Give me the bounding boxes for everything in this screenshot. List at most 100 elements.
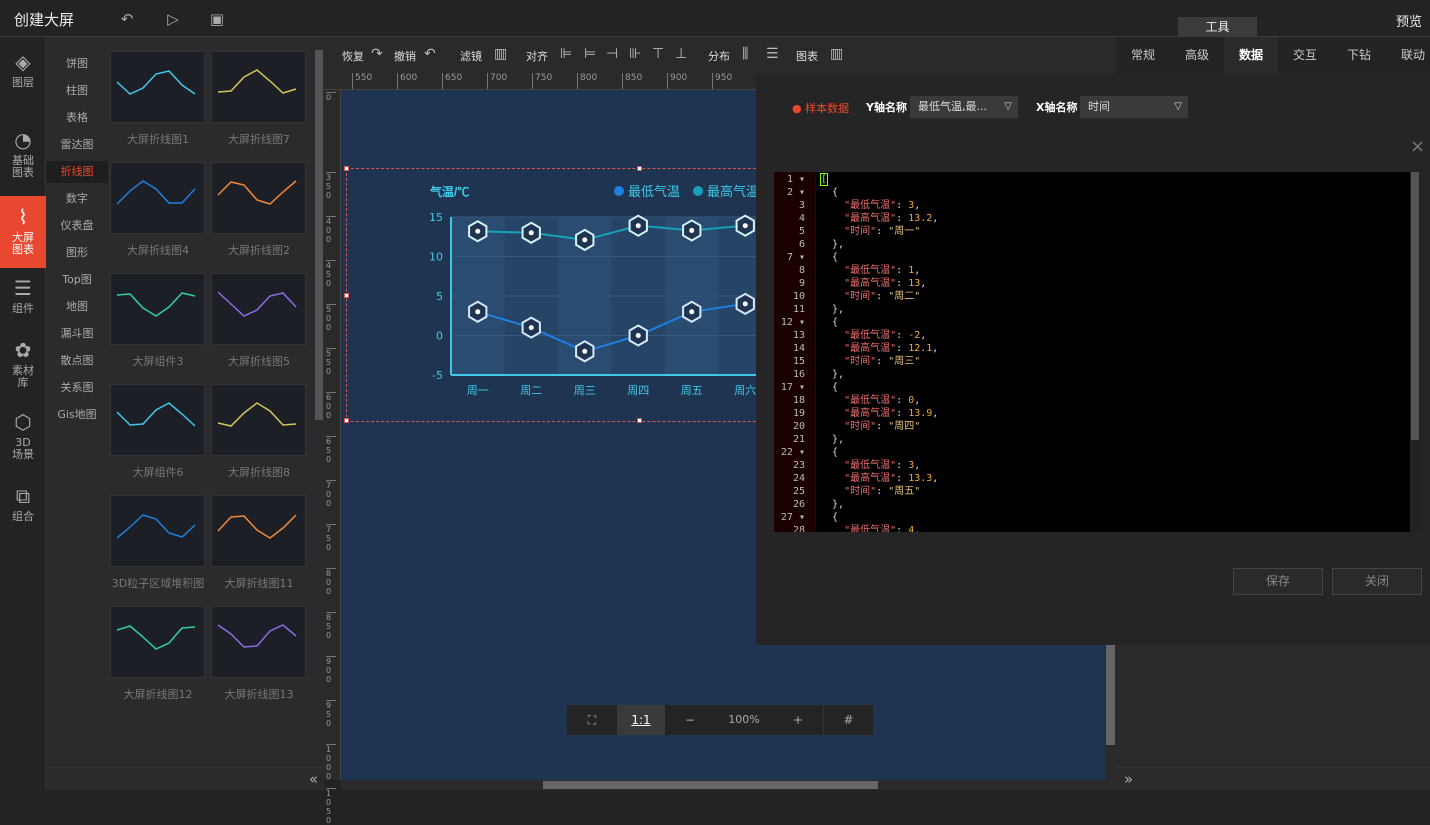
code-line: }, [820, 304, 845, 315]
save-icon[interactable]: ▣ [208, 10, 226, 28]
chart-thumbnail[interactable] [211, 495, 306, 567]
resize-handle[interactable] [637, 166, 642, 171]
code-line: "最低气温": 4, [844, 525, 921, 532]
filter-icon[interactable]: ▥ [494, 46, 507, 62]
align-top-icon[interactable]: ⊤ [652, 46, 664, 62]
chart-thumbnail[interactable] [211, 273, 306, 345]
line-number: 23 [792, 460, 805, 471]
nav-basic-charts[interactable]: ◔ 基础图表 [0, 127, 46, 183]
redo-icon[interactable]: ↷ [371, 46, 383, 62]
right-panel-footer: » [1116, 767, 1430, 790]
subnav-item[interactable]: 关系图 [46, 377, 108, 399]
zoom-out-button[interactable]: − [665, 705, 715, 735]
chart-thumbnail[interactable] [110, 273, 205, 345]
thumb-scrollbar[interactable] [314, 37, 324, 767]
align-bottom-icon[interactable]: ⊥ [675, 46, 687, 62]
x-axis-label: X轴名称 [1036, 101, 1078, 114]
subnav-item[interactable]: 表格 [46, 107, 108, 129]
tab-3[interactable]: 交互 [1278, 37, 1332, 73]
collapse-left-icon[interactable]: « [309, 770, 318, 788]
nav-combine[interactable]: ⧉ 组合 [0, 483, 46, 531]
expand-right-icon[interactable]: » [1124, 770, 1133, 788]
redo-button[interactable]: 恢复 [342, 48, 364, 64]
subnav-item[interactable]: 饼图 [46, 53, 108, 75]
chart-thumbnail[interactable] [211, 384, 306, 456]
subnav-item[interactable]: 雷达图 [46, 134, 108, 156]
tab-1[interactable]: 高级 [1170, 37, 1224, 73]
subnav-item[interactable]: 数字 [46, 188, 108, 210]
chart-thumbnail[interactable] [110, 606, 205, 678]
ratio-button[interactable]: 1:1 [617, 705, 665, 735]
chart-thumbnail[interactable] [211, 51, 306, 123]
align-button[interactable]: 对齐 [526, 48, 548, 64]
subnav-item[interactable]: Gis地图 [46, 404, 108, 426]
back-icon[interactable]: ↶ [118, 10, 136, 28]
tab-5[interactable]: 联动 [1386, 37, 1430, 73]
chart-thumbnail[interactable] [110, 51, 205, 123]
json-editor[interactable]: 1 ▾ 2 ▾ 3 4 5 6 7 ▾ 8 9 10 11 12 ▾ 13 14 15 … [774, 172, 1420, 532]
chart-thumbnail[interactable] [110, 495, 205, 567]
resize-handle[interactable] [344, 293, 349, 298]
property-tabs: 常规 高级 数据 交互 下钻 联动 [1116, 37, 1430, 73]
code-line: "最低气温": 0, [844, 395, 921, 406]
distribute-v-icon[interactable]: ☰ [766, 46, 779, 62]
align-center-icon[interactable]: ⊨ [584, 46, 596, 62]
subnav-item[interactable]: Top图 [46, 269, 108, 291]
close-button[interactable]: 关闭 [1332, 568, 1422, 595]
canvas-hscrollbar[interactable] [341, 780, 1116, 790]
undo-button[interactable]: 撤销 [394, 48, 416, 64]
ruler-tick: 850 [326, 612, 336, 640]
tab-2[interactable]: 数据 [1224, 37, 1278, 73]
chart-thumbnail[interactable] [211, 162, 306, 234]
data-dialog: ● 样本数据 Y轴名称 最低气温,最... ▽ X轴名称 时间 ▽ × 1 ▾ 2… [756, 73, 1430, 645]
undo-icon[interactable]: ↶ [424, 46, 436, 62]
subnav-item[interactable]: 地图 [46, 296, 108, 318]
code-line: }, [820, 434, 845, 445]
zoom-in-button[interactable]: + [773, 705, 823, 735]
align-left-icon[interactable]: ⊫ [560, 46, 572, 62]
nav-components[interactable]: ☰ 组件 [0, 275, 46, 323]
distribute-button[interactable]: 分布 [708, 48, 730, 64]
editor-scrollbar[interactable] [1410, 172, 1420, 532]
chart-thumbnail[interactable] [110, 162, 205, 234]
filter-button[interactable]: 滤镜 [460, 48, 482, 64]
y-axis-select[interactable]: 最低气温,最... ▽ [910, 96, 1018, 118]
subnav-item[interactable]: 散点图 [46, 350, 108, 372]
x-axis-select[interactable]: 时间 ▽ [1080, 96, 1188, 118]
nav-3d-scene[interactable]: ⬡ 3D场景 [0, 409, 46, 469]
selection-box[interactable] [344, 166, 766, 423]
fit-screen-icon[interactable]: ⛶ [567, 705, 617, 735]
save-button[interactable]: 保存 [1233, 568, 1323, 595]
tab-0[interactable]: 常规 [1116, 37, 1170, 73]
line-number-gutter: 1 ▾ 2 ▾ 3 4 5 6 7 ▾ 8 9 10 11 12 ▾ 13 14 15 … [774, 172, 816, 532]
nav-materials[interactable]: ✿ 素材库 [0, 337, 46, 397]
resize-handle[interactable] [344, 418, 349, 423]
distribute-h-icon[interactable]: ⫼ [742, 46, 748, 62]
resize-handle[interactable] [637, 418, 642, 423]
close-icon[interactable]: × [1410, 136, 1425, 157]
chart-button[interactable]: 图表 [796, 48, 818, 64]
tab-4[interactable]: 下钻 [1332, 37, 1386, 73]
align-middle-icon[interactable]: ⊪ [629, 46, 641, 62]
thumbnail-label: 大屏折线图11 [224, 577, 294, 590]
chart-icon[interactable]: ▥ [830, 46, 843, 62]
resize-handle[interactable] [344, 166, 349, 171]
subnav-item[interactable]: 折线图 [46, 161, 108, 183]
chart-thumbnail[interactable] [211, 606, 306, 678]
chart-thumbnail[interactable] [110, 384, 205, 456]
align-right-icon[interactable]: ⊣ [606, 46, 618, 62]
subnav-item[interactable]: 仪表盘 [46, 215, 108, 237]
line-number: 2 ▾ [786, 187, 805, 198]
pie-chart-icon: ◔ [14, 128, 32, 152]
play-icon[interactable]: ▷ [164, 10, 182, 28]
sample-data-label[interactable]: ● 样本数据 [792, 100, 849, 116]
subnav-item[interactable]: 柱图 [46, 80, 108, 102]
preview-button[interactable]: 预览 [1396, 11, 1422, 30]
nav-screen-charts[interactable]: ⌇ 大屏图表 [0, 196, 46, 268]
grid-icon[interactable]: # [823, 705, 873, 735]
nav-layers[interactable]: ◈ 图层 [0, 49, 46, 97]
tool-tab[interactable]: 工具 [1178, 17, 1257, 37]
subnav-item[interactable]: 图形 [46, 242, 108, 264]
nav-label: 组件 [12, 302, 34, 315]
subnav-item[interactable]: 漏斗图 [46, 323, 108, 345]
